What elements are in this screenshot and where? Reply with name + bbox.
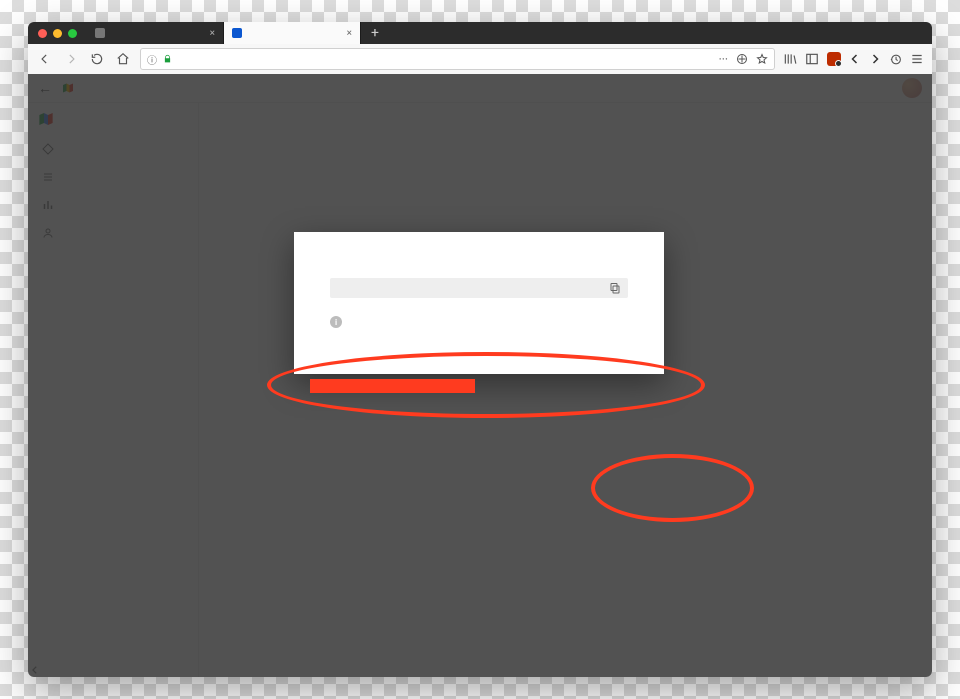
favicon bbox=[232, 28, 242, 38]
tab-strip: × × + bbox=[28, 22, 932, 44]
security-tip: i bbox=[330, 316, 628, 328]
reader-mode-icon[interactable] bbox=[736, 53, 748, 65]
devtools-back-icon[interactable] bbox=[849, 53, 861, 65]
toolbar: ⓘ ··· bbox=[28, 44, 932, 75]
close-window-button[interactable] bbox=[38, 29, 47, 38]
menu-icon[interactable] bbox=[910, 52, 924, 66]
ublock-icon[interactable] bbox=[827, 52, 841, 66]
reload-icon bbox=[90, 52, 104, 66]
zoom-window-button[interactable] bbox=[68, 29, 77, 38]
browser-window: × × + ⓘ ··· bbox=[28, 22, 932, 677]
reload-button[interactable] bbox=[88, 50, 106, 68]
close-tab-icon[interactable]: × bbox=[347, 28, 352, 39]
library-icon[interactable] bbox=[783, 52, 797, 66]
back-button[interactable] bbox=[36, 50, 54, 68]
forward-button[interactable] bbox=[62, 50, 80, 68]
copy-api-key-button[interactable] bbox=[608, 281, 622, 295]
devtools-forward-icon[interactable] bbox=[869, 53, 881, 65]
enable-maps-dialog: i bbox=[294, 232, 664, 374]
tab-maps-api-console[interactable]: × bbox=[224, 22, 361, 44]
close-tab-icon[interactable]: × bbox=[210, 28, 215, 39]
home-button[interactable] bbox=[114, 50, 132, 68]
address-bar[interactable]: ⓘ ··· bbox=[140, 48, 775, 70]
address-bar-actions: ··· bbox=[719, 52, 768, 66]
window-controls bbox=[28, 29, 87, 38]
new-tab-button[interactable]: + bbox=[365, 24, 385, 42]
info-icon: i bbox=[330, 316, 342, 328]
home-icon bbox=[116, 52, 130, 66]
favicon bbox=[95, 28, 105, 38]
arrow-left-icon bbox=[38, 52, 52, 66]
bookmark-star-icon[interactable] bbox=[756, 53, 768, 65]
tab-get-api-key[interactable]: × bbox=[87, 22, 224, 44]
history-icon[interactable] bbox=[889, 53, 902, 66]
arrow-right-icon bbox=[64, 52, 78, 66]
page-actions-icon[interactable]: ··· bbox=[719, 52, 728, 66]
site-info-icon[interactable]: ⓘ bbox=[147, 52, 157, 67]
sidebar-toggle-icon[interactable] bbox=[805, 52, 819, 66]
api-key-field[interactable] bbox=[330, 278, 628, 298]
browser-actions bbox=[783, 52, 924, 66]
modal-overlay bbox=[28, 74, 932, 677]
minimize-window-button[interactable] bbox=[53, 29, 62, 38]
lock-icon bbox=[163, 54, 172, 64]
copy-icon bbox=[609, 282, 621, 294]
